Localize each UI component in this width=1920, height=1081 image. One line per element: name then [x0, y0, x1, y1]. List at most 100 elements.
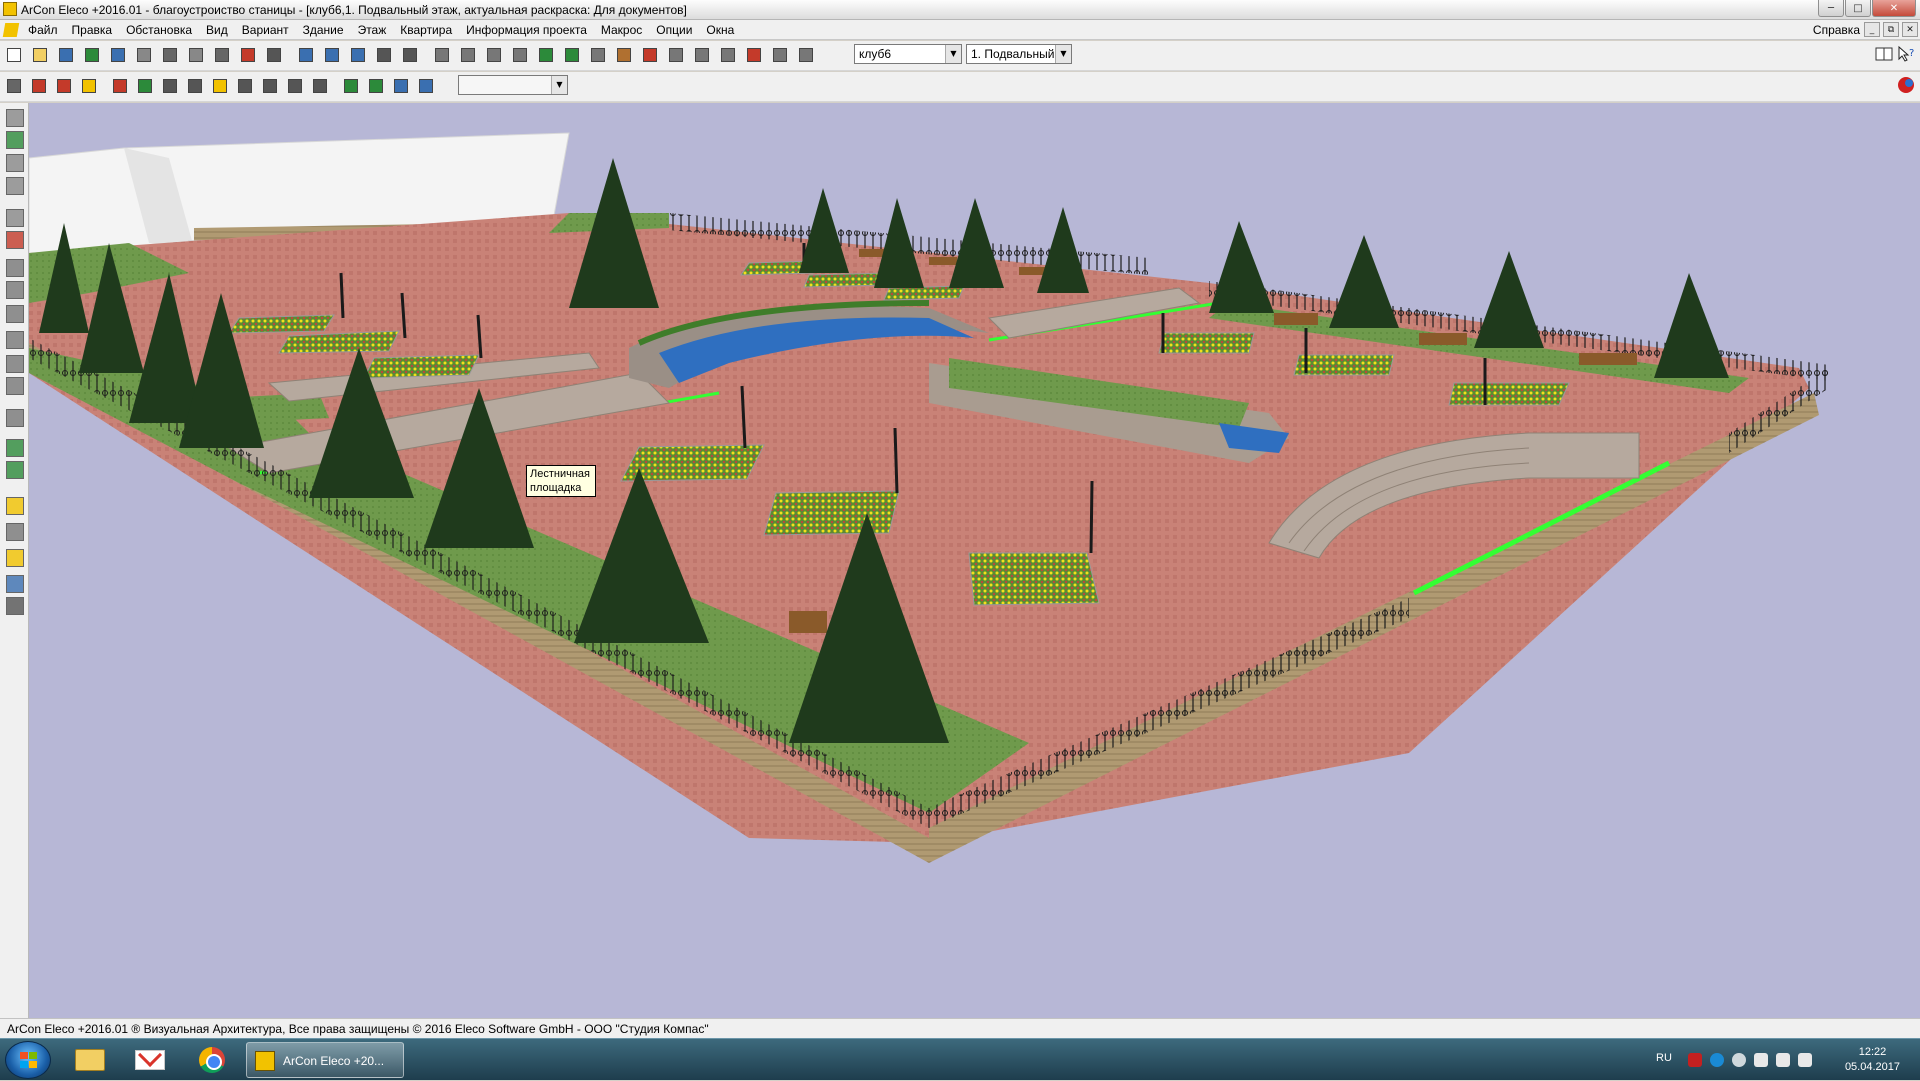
skype-icon[interactable]	[1710, 1053, 1724, 1067]
explorer-taskbar-button[interactable]	[61, 1042, 117, 1078]
walk-icon[interactable]	[310, 76, 330, 96]
x-tool-icon[interactable]	[6, 281, 24, 299]
dimension-tool-icon[interactable]	[6, 355, 24, 373]
fit-view-icon[interactable]	[391, 76, 411, 96]
select-wall-icon[interactable]	[6, 131, 24, 149]
document-menu-icon[interactable]	[2, 23, 20, 37]
camera-icon[interactable]	[160, 45, 180, 65]
align-icon[interactable]	[260, 76, 280, 96]
pen-icon[interactable]	[6, 439, 24, 457]
menu-floor[interactable]: Этаж	[358, 23, 387, 37]
measure-icon[interactable]	[400, 45, 420, 65]
book-icon[interactable]	[1874, 44, 1894, 64]
roof-color-icon[interactable]	[54, 76, 74, 96]
arrow-icon[interactable]	[110, 76, 130, 96]
doc-restore-button[interactable]: ⧉	[1883, 22, 1899, 37]
menu-apartment[interactable]: Квартира	[400, 23, 452, 37]
new-file-icon[interactable]	[4, 45, 24, 65]
menu-windows[interactable]: Окна	[706, 23, 734, 37]
level-tool-icon[interactable]	[6, 549, 24, 567]
menu-furnishing[interactable]: Обстановка	[126, 23, 192, 37]
house-icon[interactable]	[238, 45, 258, 65]
paint-icon[interactable]	[6, 461, 24, 479]
print-icon[interactable]	[134, 45, 154, 65]
open-folder-icon[interactable]	[30, 45, 50, 65]
stairs-icon[interactable]	[458, 45, 478, 65]
menu-edit[interactable]: Правка	[72, 23, 113, 37]
door-icon[interactable]	[614, 45, 634, 65]
print-preview-icon[interactable]	[186, 45, 206, 65]
link-icon[interactable]	[6, 331, 24, 349]
floor-select[interactable]: 1. Подвальный ▼	[966, 44, 1072, 64]
window-icon[interactable]	[640, 45, 660, 65]
mail-taskbar-button[interactable]	[122, 1042, 178, 1078]
chevron-down-icon[interactable]: ▼	[945, 45, 961, 63]
export-icon[interactable]	[108, 45, 128, 65]
render-icon[interactable]	[416, 76, 436, 96]
flag-icon[interactable]	[1754, 1053, 1768, 1067]
start-button[interactable]	[5, 1041, 51, 1079]
text-tool-icon[interactable]	[6, 377, 24, 395]
menu-view[interactable]: Вид	[206, 23, 228, 37]
minimize-button[interactable]: ─	[1818, 0, 1844, 17]
building-select[interactable]: клуб6 ▼	[854, 44, 962, 64]
beam-icon[interactable]	[666, 45, 686, 65]
level-icon[interactable]	[185, 76, 205, 96]
rotate-icon[interactable]	[160, 76, 180, 96]
doc-minimize-button[interactable]: _	[1864, 22, 1880, 37]
menu-project-info[interactable]: Информация проекта	[466, 23, 587, 37]
volume-icon[interactable]	[1798, 1053, 1812, 1067]
menu-file[interactable]: Файл	[28, 23, 58, 37]
select-icon[interactable]	[135, 76, 155, 96]
slab-icon[interactable]	[510, 45, 530, 65]
fence-icon[interactable]	[588, 45, 608, 65]
maximize-button[interactable]: □	[1845, 0, 1871, 17]
menu-building[interactable]: Здание	[303, 23, 344, 37]
pointer-icon[interactable]	[6, 109, 24, 127]
layer-select[interactable]: ▼	[458, 75, 568, 95]
material-icon[interactable]	[6, 497, 24, 515]
y-tool-icon[interactable]	[6, 305, 24, 323]
plan-view-icon[interactable]	[4, 76, 24, 96]
lamp-tool-icon[interactable]	[6, 575, 24, 593]
menu-variant[interactable]: Вариант	[242, 23, 289, 37]
menu-macro[interactable]: Макрос	[601, 23, 642, 37]
chevron-down-icon[interactable]: ▼	[1055, 45, 1071, 63]
arcon-app-icon[interactable]	[3, 2, 17, 16]
save-icon[interactable]	[56, 45, 76, 65]
menu-options[interactable]: Опции	[656, 23, 692, 37]
photo-icon[interactable]	[6, 523, 24, 541]
3d-viewport[interactable]: Лестничная площадка	[29, 103, 1920, 1018]
camera-tool-icon[interactable]	[6, 597, 24, 615]
zoom-icon[interactable]	[348, 45, 368, 65]
clock[interactable]: 12:22 05.04.2017	[1845, 1045, 1900, 1075]
person-icon[interactable]	[341, 76, 361, 96]
terrain-icon[interactable]	[536, 45, 556, 65]
snow-icon[interactable]	[6, 409, 24, 427]
layout-icon[interactable]	[212, 45, 232, 65]
language-indicator[interactable]: RU	[1656, 1052, 1672, 1064]
light-icon[interactable]	[210, 76, 230, 96]
close-button[interactable]: ✕	[1872, 0, 1916, 17]
roof-icon[interactable]	[432, 45, 452, 65]
arcon-taskbar-button[interactable]: ArCon Eleco +20...	[246, 1042, 404, 1078]
wall-icon[interactable]	[484, 45, 504, 65]
dimension-icon[interactable]	[718, 45, 738, 65]
column-tool-icon[interactable]	[6, 209, 24, 227]
zoom-region-icon[interactable]	[6, 177, 24, 195]
tray-app-icon[interactable]	[1688, 1053, 1702, 1067]
redo-icon[interactable]	[322, 45, 342, 65]
column-icon[interactable]	[692, 45, 712, 65]
tool-icon[interactable]	[796, 45, 816, 65]
render-globe-icon[interactable]	[1896, 75, 1916, 95]
camera-orbit-icon[interactable]	[366, 76, 386, 96]
delete-tool-icon[interactable]	[6, 231, 24, 249]
sync-icon[interactable]	[1732, 1053, 1746, 1067]
help-cursor-icon[interactable]: ?	[1896, 44, 1916, 64]
cube-icon[interactable]	[79, 76, 99, 96]
chrome-taskbar-button[interactable]	[184, 1042, 240, 1078]
step-icon[interactable]	[285, 76, 305, 96]
zoom-fit-icon[interactable]	[374, 45, 394, 65]
grid-icon[interactable]	[264, 45, 284, 65]
undo-icon[interactable]	[296, 45, 316, 65]
